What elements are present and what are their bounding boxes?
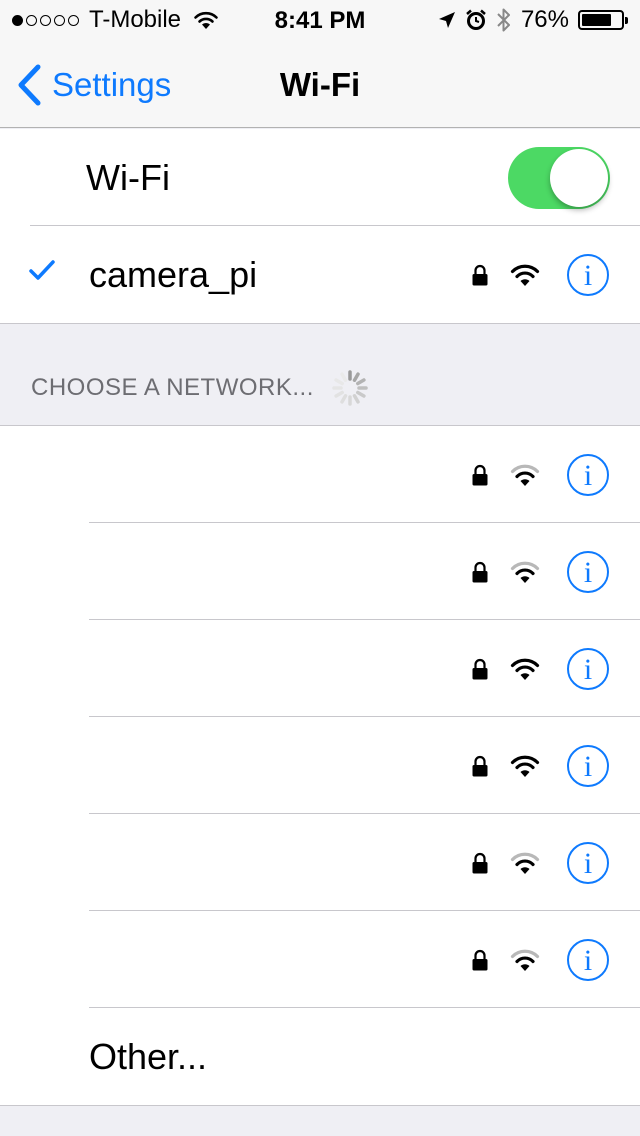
status-bar: T-Mobile 8:41 PM 76%: [0, 0, 640, 40]
choose-network-header: CHOOSE A NETWORK...: [31, 368, 370, 408]
battery-percent: 76%: [520, 6, 569, 33]
network-row[interactable]: i: [0, 426, 640, 523]
other-network-label: Other...: [89, 1035, 208, 1077]
svg-text:i: i: [584, 944, 592, 977]
page-title: Wi-Fi: [279, 66, 361, 103]
network-row[interactable]: i: [0, 717, 640, 814]
location-arrow-icon: [438, 12, 455, 28]
svg-text:i: i: [584, 459, 592, 492]
network-row-icons: i: [472, 226, 610, 323]
network-row-icons: i: [472, 814, 610, 911]
network-row[interactable]: i: [0, 620, 640, 717]
checkmark-icon: [29, 260, 55, 280]
lock-icon: [472, 561, 488, 582]
wifi-signal-weak-icon: [510, 561, 540, 583]
lock-icon: [472, 658, 488, 679]
wifi-signal-weak-icon: [510, 949, 540, 971]
connected-network-name: camera_pi: [89, 253, 258, 295]
toggle-knob: [550, 149, 608, 207]
loading-spinner-icon: [332, 370, 368, 406]
info-icon[interactable]: i: [566, 938, 610, 982]
wifi-settings-group: Wi-Fi camera_pi i: [0, 129, 640, 324]
network-row[interactable]: i: [0, 911, 640, 1008]
network-row-icons: i: [472, 523, 610, 620]
network-row[interactable]: i: [0, 523, 640, 620]
svg-text:i: i: [584, 259, 592, 292]
network-row-icons: i: [472, 426, 610, 523]
wifi-signal-strong-icon: [510, 755, 540, 777]
wifi-signal-strong-icon: [510, 264, 540, 286]
info-icon[interactable]: i: [566, 453, 610, 497]
wifi-signal-weak-icon: [510, 852, 540, 874]
navigation-bar: Settings Wi-Fi: [0, 40, 640, 128]
network-row-icons: i: [472, 717, 610, 814]
battery-cap: [625, 17, 628, 24]
info-icon[interactable]: i: [566, 550, 610, 594]
battery-fill: [582, 14, 611, 26]
network-row-icons: i: [472, 911, 610, 1008]
lock-icon: [472, 264, 488, 285]
svg-text:i: i: [584, 556, 592, 589]
lock-icon: [472, 464, 488, 485]
svg-text:i: i: [584, 750, 592, 783]
lock-icon: [472, 949, 488, 970]
svg-text:i: i: [584, 847, 592, 880]
wifi-toggle-label: Wi-Fi: [86, 156, 170, 198]
bluetooth-icon: [497, 8, 510, 32]
wifi-toggle-row: Wi-Fi: [0, 129, 640, 226]
alarm-clock-icon: [466, 9, 486, 30]
wifi-toggle-switch[interactable]: [508, 147, 610, 209]
lock-icon: [472, 852, 488, 873]
network-row-icons: i: [472, 620, 610, 717]
lock-icon: [472, 755, 488, 776]
wifi-signal-strong-icon: [510, 658, 540, 680]
info-icon[interactable]: i: [566, 841, 610, 885]
wifi-signal-weak-icon: [510, 464, 540, 486]
info-icon[interactable]: i: [566, 253, 610, 297]
status-right: 76%: [438, 6, 628, 33]
svg-text:i: i: [584, 653, 592, 686]
other-network-row[interactable]: Other...: [0, 1008, 640, 1105]
connected-network-row[interactable]: camera_pi i: [0, 226, 640, 323]
network-row[interactable]: i: [0, 814, 640, 911]
choose-network-header-text: CHOOSE A NETWORK...: [31, 374, 314, 401]
network-list: i i i i i i Other...: [0, 425, 640, 1106]
info-icon[interactable]: i: [566, 647, 610, 691]
battery-icon: [578, 10, 628, 30]
info-icon[interactable]: i: [566, 744, 610, 788]
